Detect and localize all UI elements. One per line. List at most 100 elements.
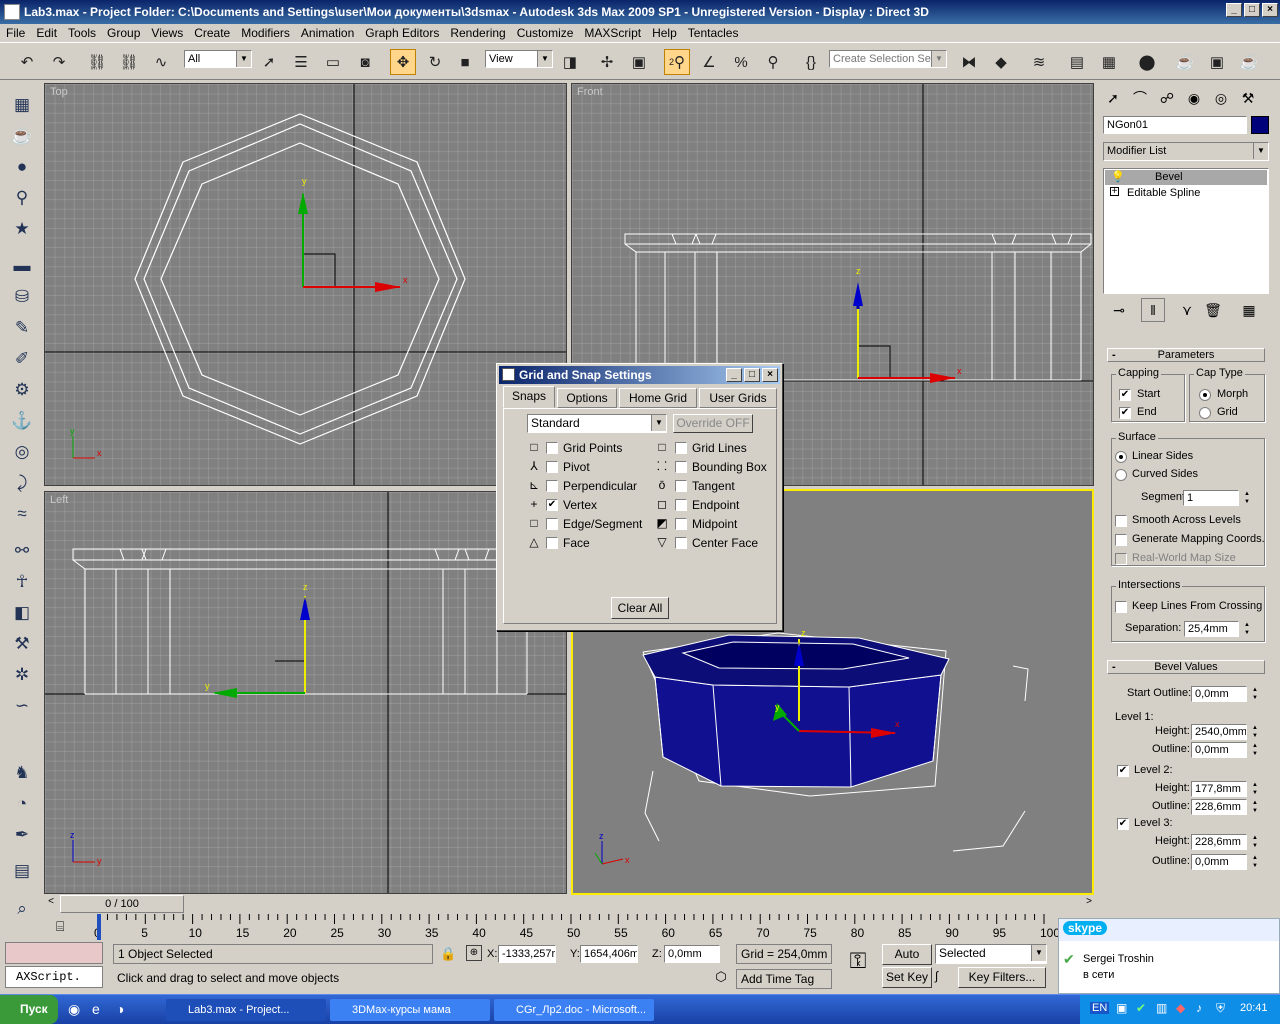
face-checkbox[interactable] (546, 537, 558, 549)
curved-sides-radio[interactable] (1115, 469, 1127, 481)
camera-icon[interactable]: ◎ (9, 439, 35, 465)
tray-speaker-icon[interactable]: ♪ (1196, 1001, 1202, 1015)
menu-views[interactable]: Views (151, 26, 183, 40)
key-mode-dropdown[interactable]: Selected ▼ (935, 944, 1047, 964)
minimize-button[interactable]: _ (1226, 3, 1242, 17)
menu-modifiers[interactable]: Modifiers (241, 26, 290, 40)
redo-icon[interactable]: ↷ (46, 49, 72, 75)
rendered-frame-icon[interactable]: ▣ (1204, 49, 1230, 75)
language-indicator[interactable]: EN (1090, 1002, 1110, 1014)
stack-item-editable-spline[interactable]: + Editable Spline (1105, 186, 1267, 201)
viewport-left[interactable]: Left z y z y (44, 491, 567, 894)
dialog-minimize-button[interactable]: _ (726, 368, 742, 382)
pivot-center-icon[interactable]: ◨ (557, 49, 583, 75)
ie-icon[interactable]: e (92, 1001, 100, 1017)
tab-user-grids[interactable]: User Grids (699, 388, 777, 408)
generate-mapping-checkbox[interactable] (1115, 534, 1127, 546)
absolute-mode-icon[interactable]: ⊕ (466, 945, 482, 961)
tray-antivirus-icon[interactable]: ◆ (1176, 1001, 1185, 1015)
object-name-input[interactable]: NGon01 (1103, 116, 1247, 134)
menu-tools[interactable]: Tools (68, 26, 96, 40)
lock-selection-icon[interactable]: 🔒 (440, 946, 456, 962)
level1-outline-input[interactable]: 0,0mm (1191, 742, 1247, 758)
cap-end-checkbox[interactable]: ✔ (1119, 407, 1131, 419)
zoom-icon[interactable]: ⌕ (9, 896, 35, 922)
tab-home-grid[interactable]: Home Grid (619, 388, 697, 408)
level2-outline-input[interactable]: 228,6mm (1191, 799, 1247, 815)
tab-snaps[interactable]: Snaps (503, 386, 555, 408)
menu-group[interactable]: Group (107, 26, 140, 40)
keep-lines-checkbox[interactable] (1115, 601, 1127, 613)
maxscript-mini-listener[interactable]: AXScript. (5, 966, 103, 988)
current-frame-marker[interactable] (97, 914, 101, 940)
tray-network-icon[interactable]: ▣ (1116, 1001, 1127, 1015)
menu-animation[interactable]: Animation (301, 26, 354, 40)
material-editor-icon[interactable]: ⬤ (1134, 49, 1160, 75)
dialog-title-bar[interactable]: Grid and Snap Settings _ □ × (499, 366, 780, 384)
auto-key-button[interactable]: Auto Key (882, 944, 932, 980)
motion-tab-icon[interactable]: ◉ (1182, 86, 1206, 110)
plane-icon[interactable]: ▬ (9, 253, 35, 279)
level3-checkbox[interactable]: ✔ (1117, 818, 1129, 830)
start-outline-spinner[interactable]: ▲ ▼ (1251, 686, 1259, 702)
remove-modifier-icon[interactable]: 🗑 (1201, 298, 1225, 322)
track-bar[interactable]: 0510152025303540455055606570758085909510… (44, 914, 1098, 942)
firefox-icon[interactable]: ◉ (68, 1001, 80, 1018)
level2-outline-spinner[interactable]: ▲ ▼ (1251, 799, 1259, 815)
bend-icon[interactable]: ⤸ (9, 470, 35, 496)
prev-frame-icon[interactable]: < (44, 896, 58, 912)
maxscript-listener-top[interactable] (5, 942, 103, 964)
star-icon[interactable]: ★ (9, 216, 35, 242)
default-tangent-icon[interactable]: ∫ (935, 969, 955, 989)
key-filters-button[interactable]: Key Filters... (958, 967, 1046, 988)
level2-height-input[interactable]: 177,8mm (1191, 781, 1247, 797)
curve-editor-mini-icon[interactable]: ⌸ (56, 918, 76, 936)
move-icon[interactable]: ✥ (390, 49, 416, 75)
rotate-icon[interactable]: ↻ (422, 49, 448, 75)
selection-filter-dropdown[interactable]: All ▼ (184, 50, 252, 68)
tray-skype-icon[interactable]: ✔ (1136, 1001, 1146, 1015)
level1-height-input[interactable]: 2540,0mm (1191, 724, 1247, 740)
add-time-tag[interactable]: Add Time Tag (736, 969, 832, 989)
create-tab-icon[interactable]: ➚ (1101, 86, 1125, 110)
skype-notification[interactable]: skype ✔ Sergei Troshin в сети (1058, 918, 1280, 994)
select-link-icon[interactable]: ⛓ (84, 49, 110, 75)
pencil-icon[interactable]: ✎ (9, 315, 35, 341)
grid-lines-checkbox[interactable] (675, 442, 687, 454)
level1-height-spinner[interactable]: ▲ ▼ (1251, 724, 1259, 740)
menu-help[interactable]: Help (652, 26, 677, 40)
separation-input[interactable]: 25,4mm (1184, 621, 1239, 637)
override-button[interactable]: Override OFF (673, 414, 753, 433)
close-button[interactable]: × (1262, 3, 1278, 17)
cloth-icon[interactable]: ◧ (9, 600, 35, 626)
sphere-icon[interactable]: ● (9, 154, 35, 180)
sheet-icon[interactable]: ▤ (9, 858, 35, 884)
gear-icon[interactable]: ⚙ (9, 377, 35, 403)
scale-icon[interactable]: ■ (452, 49, 478, 75)
dialog-close-button[interactable]: × (762, 368, 778, 382)
pin-stack-icon[interactable]: ⊸ (1107, 298, 1131, 322)
link-icon[interactable]: ⚯ (9, 538, 35, 564)
schematic-view-icon[interactable]: ▦ (1096, 49, 1122, 75)
configure-sets-icon[interactable]: ▦ (1237, 298, 1261, 322)
shirt-icon[interactable]: ♞ (9, 760, 35, 786)
lightbulb-icon[interactable]: 💡 (1111, 170, 1125, 183)
cap-morph-radio[interactable] (1199, 389, 1211, 401)
grid-points-checkbox[interactable] (546, 442, 558, 454)
smooth-across-levels-checkbox[interactable] (1115, 515, 1127, 527)
level2-height-spinner[interactable]: ▲ ▼ (1251, 781, 1259, 797)
level3-height-spinner[interactable]: ▲ ▼ (1251, 834, 1259, 850)
pin-icon[interactable]: ⚓ (9, 408, 35, 434)
next-frame-icon[interactable]: > (1082, 896, 1096, 912)
rect-selection-icon[interactable]: ▭ (320, 49, 346, 75)
manipulate-icon[interactable]: ✢ (594, 49, 620, 75)
time-slider[interactable]: < 0 / 100 > (44, 894, 1098, 914)
x-coord-input[interactable]: -1333,257r (498, 945, 556, 963)
midpoint-checkbox[interactable] (675, 518, 687, 530)
z-coord-input[interactable]: 0,0mm (664, 945, 720, 963)
display-tab-icon[interactable]: ◎ (1209, 86, 1233, 110)
clear-all-button[interactable]: Clear All (611, 597, 669, 619)
edit-named-selection-icon[interactable]: {} (798, 49, 824, 75)
biped-icon[interactable]: ☥ (9, 569, 35, 595)
cap-grid-radio[interactable] (1199, 407, 1211, 419)
